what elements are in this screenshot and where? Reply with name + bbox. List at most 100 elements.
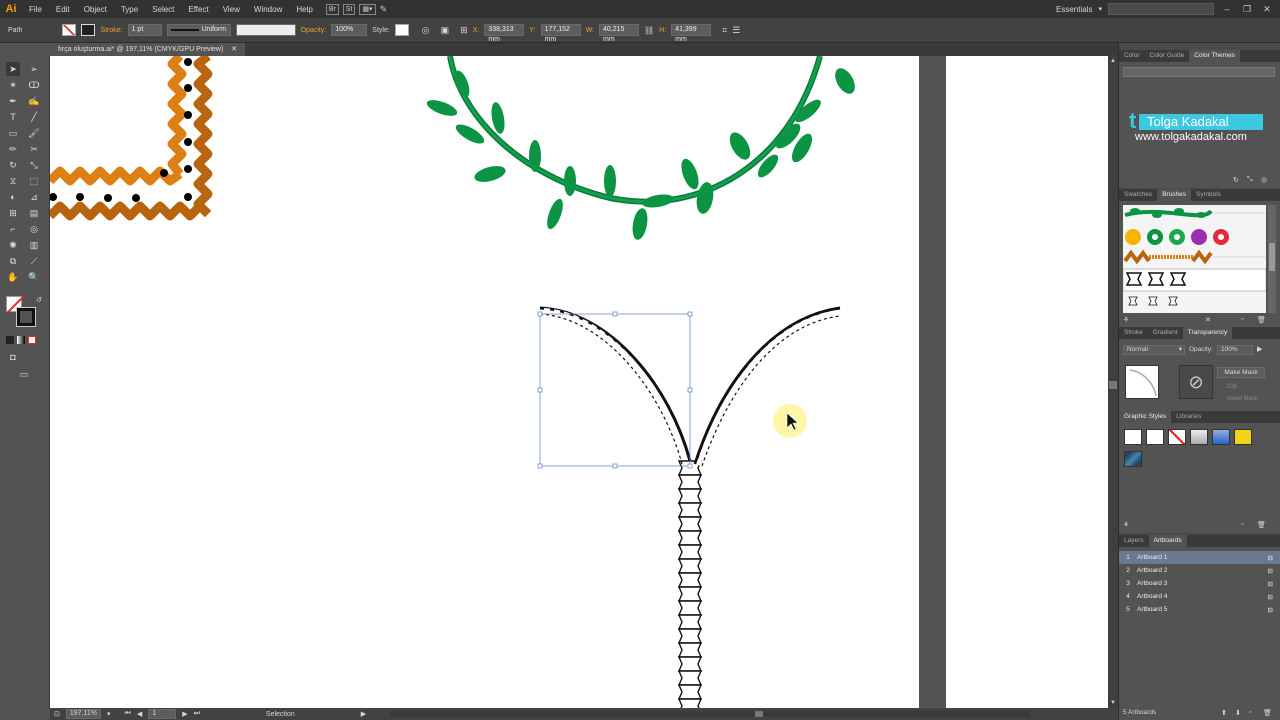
artboard[interactable] <box>50 56 919 708</box>
artboard-row[interactable]: 4 Artboard 4 ⊟ <box>1119 590 1280 603</box>
height-field[interactable]: 41,399 mm <box>671 24 712 43</box>
close-icon[interactable]: ✕ <box>1260 4 1274 15</box>
graphic-style-yellow[interactable] <box>1234 429 1252 445</box>
tab-transparency[interactable]: Transparency <box>1182 327 1233 339</box>
width-tool-icon[interactable]: ⧖ <box>6 174 20 188</box>
shape-builder-tool-icon[interactable]: ◐ <box>6 190 20 204</box>
bridge-button[interactable]: Br <box>325 3 339 15</box>
opacity-field[interactable]: 100% <box>331 24 368 36</box>
menu-type[interactable]: Type <box>114 5 145 14</box>
artboard-options-icon[interactable]: ⊟ <box>1268 593 1280 601</box>
opacity-label[interactable]: Opacity: <box>301 27 327 34</box>
selection-bounding-box[interactable] <box>537 311 693 469</box>
delete-graphic-style-icon[interactable]: 🗑 <box>1257 521 1266 529</box>
selection-tool-icon[interactable]: ➤ <box>6 62 20 76</box>
free-transform-tool-icon[interactable]: ⬚ <box>27 174 41 188</box>
first-artboard-icon[interactable]: ⏮ <box>125 710 131 718</box>
artwork[interactable] <box>50 56 919 708</box>
move-down-icon[interactable]: ⬇ <box>1235 709 1241 717</box>
menu-object[interactable]: Object <box>77 5 114 14</box>
tab-stroke[interactable]: Stroke <box>1119 327 1148 339</box>
artboard-number-field[interactable]: 1 <box>148 709 177 719</box>
chain-brush-left-branch[interactable] <box>539 306 692 465</box>
blend-tool-icon[interactable]: ◎ <box>27 222 41 236</box>
expand-icon[interactable]: ⤡ <box>1247 176 1253 184</box>
variable-width-profile[interactable]: Uniform <box>166 24 231 36</box>
canvas-area[interactable] <box>50 56 1108 708</box>
screen-mode-icon[interactable]: ▭ <box>17 367 31 381</box>
remove-brush-stroke-icon[interactable]: ✕ <box>1205 316 1211 324</box>
scissors-tool-icon[interactable]: ✂ <box>27 142 41 156</box>
menu-help[interactable]: Help <box>289 5 319 14</box>
curvature-tool-icon[interactable]: ✍ <box>27 94 41 108</box>
artboard-options-icon[interactable]: ⊟ <box>1268 580 1280 588</box>
paintbrush-tool-icon[interactable]: 🖌 <box>27 126 41 140</box>
hand-tool-icon[interactable]: ✋ <box>6 270 20 284</box>
graphic-style-default[interactable] <box>1124 429 1142 445</box>
new-graphic-style-icon[interactable]: ▫ <box>1241 521 1243 528</box>
chain-brush-stem[interactable] <box>677 460 703 708</box>
artboard-row[interactable]: 2 Artboard 2 ⊟ <box>1119 564 1280 577</box>
tab-gradient[interactable]: Gradient <box>1148 327 1183 339</box>
y-field[interactable]: 177,152 mm <box>540 24 581 43</box>
style-swatch[interactable] <box>394 24 409 36</box>
fill-swatch[interactable] <box>62 24 77 36</box>
direct-selection-tool-icon[interactable]: ➢ <box>27 62 41 76</box>
status-menu-icon[interactable]: ▶ <box>361 710 366 718</box>
gradient-tool-icon[interactable]: ▤ <box>27 206 41 220</box>
move-up-icon[interactable]: ⬆ <box>1221 709 1227 717</box>
chevron-down-icon[interactable]: ▾ <box>107 710 111 718</box>
make-mask-button[interactable]: Make Mask <box>1217 367 1265 378</box>
artboard-options-icon[interactable]: ⊟ <box>1268 567 1280 575</box>
new-artboard-icon[interactable]: ▫ <box>1249 709 1251 716</box>
transform-grid-icon[interactable]: ⊞ <box>460 25 468 36</box>
clip-checkbox[interactable]: Clip <box>1227 384 1237 390</box>
menu-file[interactable]: File <box>22 5 49 14</box>
prev-artboard-icon[interactable]: ◀ <box>137 710 142 718</box>
line-tool-icon[interactable]: ╱ <box>27 110 41 124</box>
brush-swatches[interactable] <box>1122 205 1267 313</box>
artboard-options-icon[interactable]: ⊟ <box>1268 606 1280 614</box>
vertical-scrollbar[interactable]: ▲ ▼ <box>1108 56 1118 708</box>
x-field[interactable]: 338,313 mm <box>484 24 525 43</box>
magic-wand-tool-icon[interactable]: ✶ <box>6 78 20 92</box>
zigzag-border-brush-stroke[interactable] <box>50 56 213 221</box>
align-icon[interactable]: ▣ <box>441 25 450 36</box>
arrange-documents-icon[interactable]: ▦▾ <box>359 3 376 15</box>
graphic-style-white[interactable] <box>1146 429 1164 445</box>
tab-graphic-styles[interactable]: Graphic Styles <box>1119 411 1172 423</box>
brush-library-menu-icon[interactable]: ⚘ <box>1123 316 1129 324</box>
vine-brush-stroke[interactable] <box>425 56 859 241</box>
brush-definition[interactable] <box>235 24 296 36</box>
themes-search-input[interactable] <box>1123 67 1275 77</box>
menu-window[interactable]: Window <box>247 5 289 14</box>
horizontal-scrollbar[interactable] <box>390 711 1030 717</box>
rectangle-tool-icon[interactable]: ▭ <box>6 126 20 140</box>
transform-icon[interactable]: ⌗ <box>722 25 727 36</box>
artboard-row[interactable]: 3 Artboard 3 ⊟ <box>1119 577 1280 590</box>
gpu-rocket-icon[interactable]: ✎ <box>380 4 388 15</box>
delete-artboard-icon[interactable]: 🗑 <box>1263 709 1272 717</box>
artboard-row[interactable]: 1 Artboard 1 ⊟ <box>1119 551 1280 564</box>
search-input[interactable] <box>1108 3 1214 15</box>
maximize-icon[interactable]: ❐ <box>1240 4 1254 15</box>
brushes-scroll-thumb[interactable] <box>1269 243 1275 271</box>
help-icon[interactable]: ◎ <box>1261 176 1267 184</box>
tab-color-guide[interactable]: Color Guide <box>1145 50 1190 62</box>
perspective-grid-tool-icon[interactable]: ⊿ <box>27 190 41 204</box>
gradient-mode-icon[interactable] <box>17 336 25 344</box>
slice-tool-icon[interactable]: ⟋ <box>27 254 41 268</box>
minimize-icon[interactable]: – <box>1220 4 1234 14</box>
width-field[interactable]: 40,215 mm <box>599 24 640 43</box>
tab-color[interactable]: Color <box>1119 50 1145 62</box>
refresh-icon[interactable]: ↻ <box>1233 176 1239 184</box>
close-tab-icon[interactable]: ✕ <box>231 46 237 53</box>
mesh-tool-icon[interactable]: ⊞ <box>6 206 20 220</box>
menu-edit[interactable]: Edit <box>49 5 77 14</box>
chain-brush-right-branch[interactable] <box>693 306 841 467</box>
menu-view[interactable]: View <box>216 5 247 14</box>
pencil-tool-icon[interactable]: ✏ <box>6 142 20 156</box>
menu-select[interactable]: Select <box>145 5 181 14</box>
invert-mask-checkbox[interactable]: Invert Mask <box>1227 396 1258 402</box>
none-mode-icon[interactable] <box>28 336 36 344</box>
